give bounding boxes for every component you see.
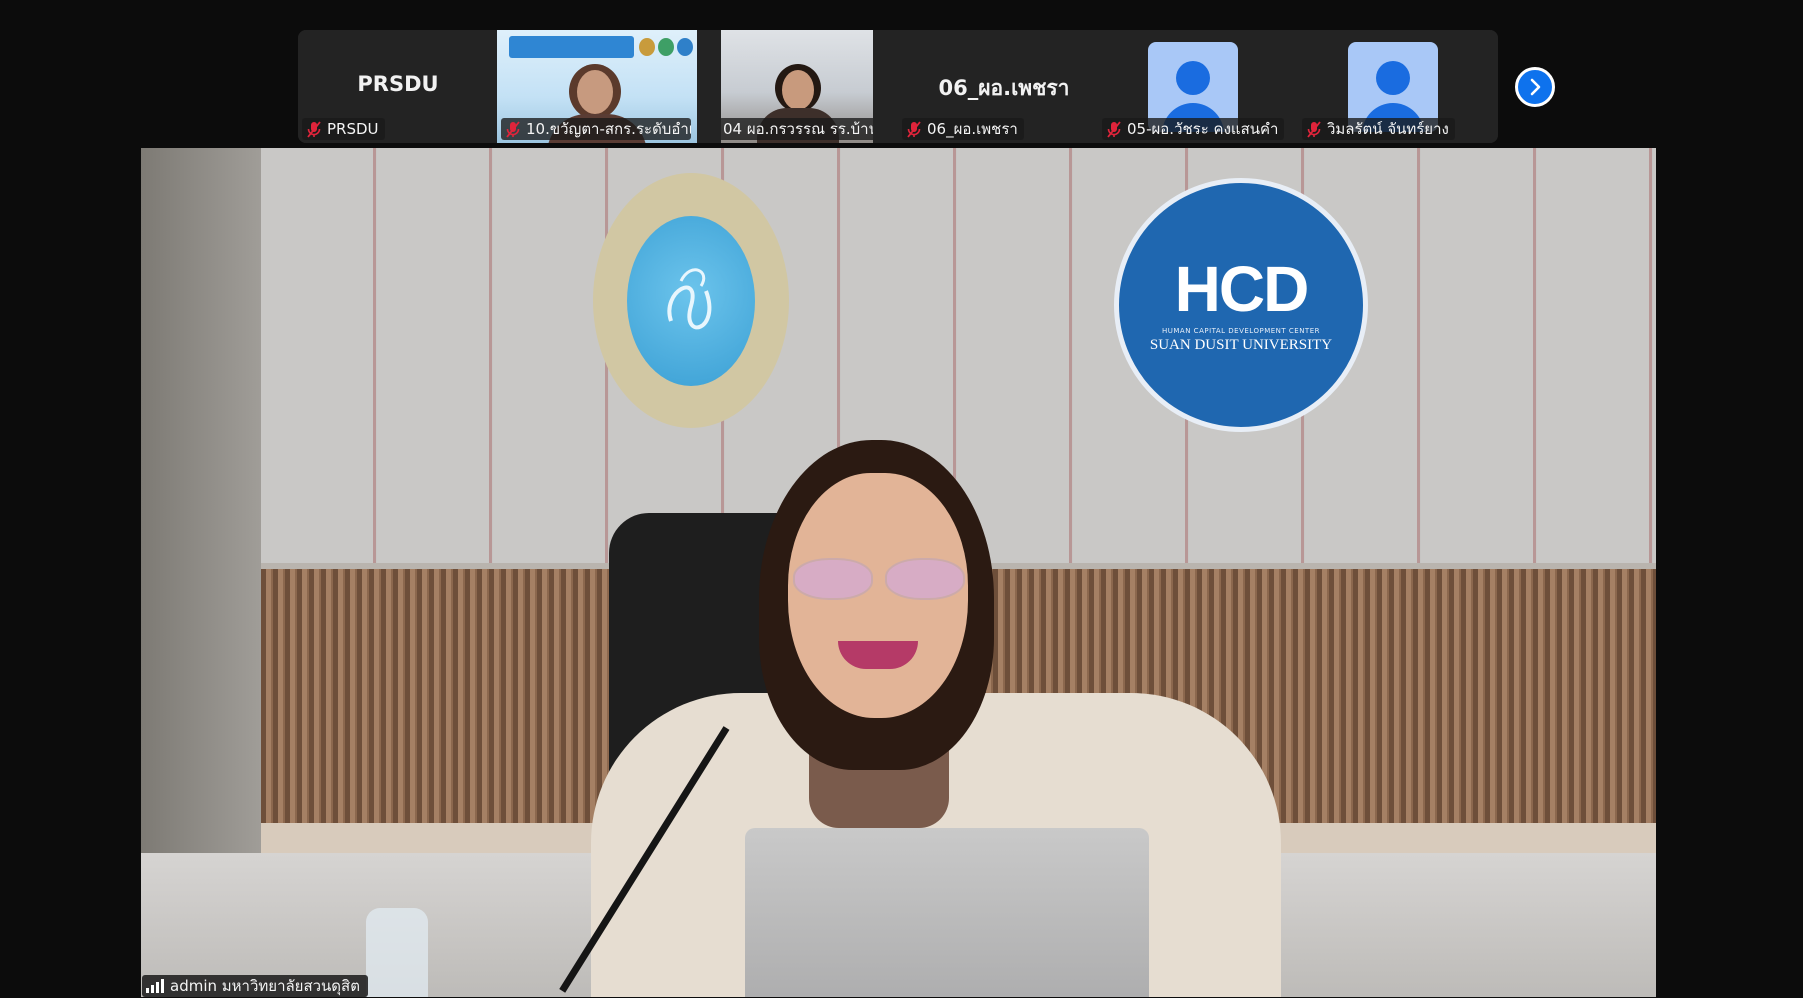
participant-label-text: วิมลรัตน์ จันทร์ยาง [1327,120,1449,138]
seal-graphic [677,38,693,56]
participant-label-text: 05-ผอ.วัชระ คงแสนคำ [1127,120,1279,138]
mic-muted-icon [506,120,520,138]
suan-dusit-university-logo [593,173,789,428]
host-name-label: admin มหาวิทยาลัยสวนดุสิต [142,975,368,997]
participant-label: 10.ขวัญตา-สกร.ระดับอำเ... [501,118,691,140]
mic-muted-icon [1307,120,1321,138]
participant-tile[interactable]: PRSDU PRSDU [298,30,498,143]
video-laptop [745,828,1149,997]
participant-tile[interactable]: 06_ผอ.เพชรา 06_ผอ.เพชรา [898,30,1098,143]
hcd-logo-university: SUAN DUSIT UNIVERSITY [1149,336,1333,353]
participant-name-display: PRSDU [357,72,439,96]
participant-label-text: 04 ผอ.กรวรรณ รร.บ้านเขาน... [723,120,873,138]
next-page-button[interactable] [1515,67,1555,107]
participant-label: 04 ผอ.กรวรรณ รร.บ้านเขาน... [721,118,873,140]
video-wall-edge [141,148,261,853]
seal-graphic [658,38,674,56]
mic-muted-icon [307,120,321,138]
participant-tile[interactable]: วิมลรัตน์ จันทร์ยาง [1298,30,1498,143]
participant-label-text: 06_ผอ.เพชรา [927,120,1018,138]
signal-strength-icon [146,979,164,993]
participant-face [577,70,613,114]
main-speaker-video[interactable]: HCD HUMAN CAPITAL DEVELOPMENT CENTER SUA… [141,148,1656,997]
participant-label: วิมลรัตน์ จันทร์ยาง [1302,118,1455,140]
participant-face [782,70,814,110]
participant-label: 06_ผอ.เพชรา [902,118,1024,140]
host-name-text: admin มหาวิทยาลัยสวนดุสิต [170,977,360,995]
hcd-logo-title: HCD [1174,252,1310,325]
hcd-logo: HCD HUMAN CAPITAL DEVELOPMENT CENTER SUA… [1114,178,1368,432]
participant-label-text: 10.ขวัญตา-สกร.ระดับอำเ... [526,120,691,138]
speaker-glasses [793,558,965,600]
participant-tile[interactable]: 04 ผอ.กรวรรณ รร.บ้านเขาน... [721,30,873,143]
participant-tile[interactable]: 05-ผอ.วัชระ คงแสนคำ [1098,30,1298,143]
participant-name-display: 06_ผอ.เพชรา [938,76,1070,100]
chevron-right-icon [1530,78,1541,96]
participant-strip: PRSDU PRSDU 10.ขวัญตา-สกร.ระดับอำเ... 04… [298,30,1498,143]
participant-tile[interactable]: 10.ขวัญตา-สกร.ระดับอำเ... [497,30,697,143]
seal-graphic [639,38,655,56]
shared-slide-banner [509,36,634,58]
mic-muted-icon [1107,120,1121,138]
participant-label: 05-ผอ.วัชระ คงแสนคำ [1102,118,1285,140]
hcd-logo-subtitle: HUMAN CAPITAL DEVELOPMENT CENTER [1162,326,1320,335]
participant-label: PRSDU [302,118,385,140]
mic-muted-icon [907,120,921,138]
participant-label-text: PRSDU [327,120,379,138]
video-water-bottle [366,908,428,997]
